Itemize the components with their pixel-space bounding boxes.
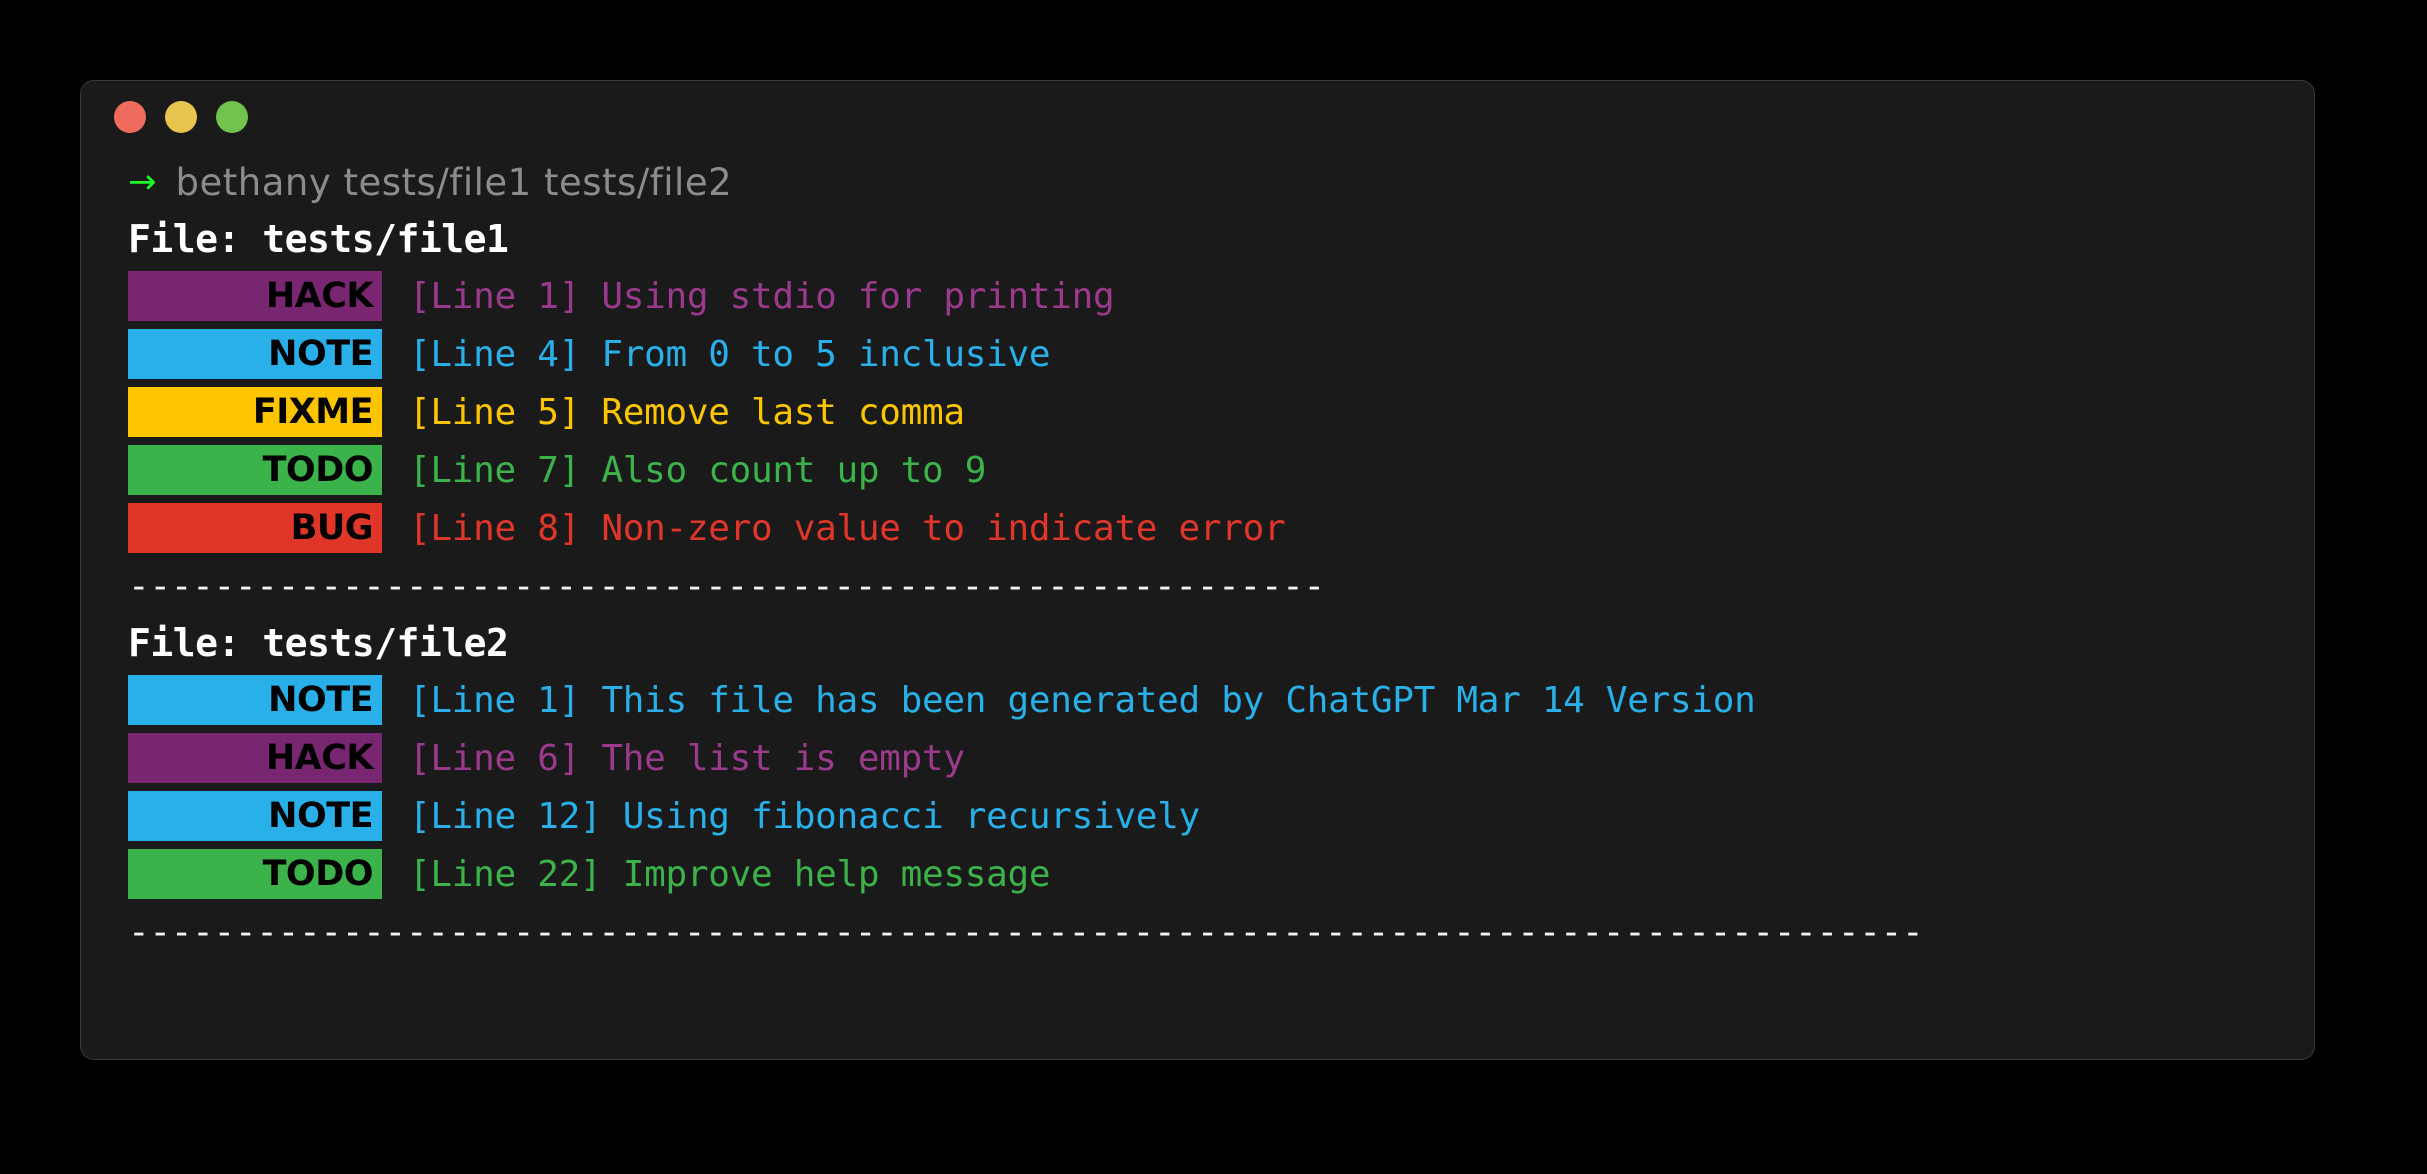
tag-row[interactable]: FIXME [Line 5] Remove last comma xyxy=(128,383,2314,441)
tag-row[interactable]: HACK [Line 1] Using stdio for printing xyxy=(128,267,2314,325)
file-block: File: tests/file2 NOTE [Line 1] This file … xyxy=(128,615,2314,961)
tag-badge-todo: TODO xyxy=(128,445,382,495)
tag-badge-hack: HACK xyxy=(128,733,382,783)
minimize-button[interactable] xyxy=(165,101,197,133)
tag-row[interactable]: NOTE [Line 4] From 0 to 5 inclusive xyxy=(128,325,2314,383)
tag-badge-bug: BUG xyxy=(128,503,382,553)
tag-badge-fixme: FIXME xyxy=(128,387,382,437)
file-separator: ----------------------------------------… xyxy=(128,911,1924,953)
tag-message: [Line 12] Using fibonacci recursively xyxy=(409,795,1200,837)
tag-message: [Line 5] Remove last comma xyxy=(409,391,965,433)
tag-row[interactable]: TODO [Line 7] Also count up to 9 xyxy=(128,441,2314,499)
close-button[interactable] xyxy=(114,101,146,133)
tag-row[interactable]: BUG [Line 8] Non-zero value to indicate e… xyxy=(128,499,2314,557)
tag-message: [Line 22] Improve help message xyxy=(409,853,1051,895)
tag-badge-note: NOTE xyxy=(128,675,382,725)
tag-badge-note: NOTE xyxy=(128,329,382,379)
prompt-line: → bethany tests/file1 tests/file2 xyxy=(128,153,2314,211)
tag-message: [Line 7] Also count up to 9 xyxy=(409,449,987,491)
tag-badge-note: NOTE xyxy=(128,791,382,841)
file-heading: File: tests/file1 xyxy=(128,217,509,261)
files-container: File: tests/file1 HACK [Line 1] Using stdi… xyxy=(128,211,2314,961)
prompt-arrow-icon: → xyxy=(128,162,157,202)
file-heading: File: tests/file2 xyxy=(128,621,509,665)
titlebar[interactable] xyxy=(81,81,2314,153)
terminal-window: → bethany tests/file1 tests/file2 File: … xyxy=(80,80,2315,1060)
tag-row[interactable]: TODO [Line 22] Improve help message xyxy=(128,845,2314,903)
tag-row[interactable]: NOTE [Line 1] This file has been generate… xyxy=(128,671,2314,729)
tag-message: [Line 1] Using stdio for printing xyxy=(409,275,1115,317)
tag-badge-hack: HACK xyxy=(128,271,382,321)
file-separator: ----------------------------------------… xyxy=(128,565,1325,607)
file-block: File: tests/file1 HACK [Line 1] Using stdi… xyxy=(128,211,2314,615)
tag-message: [Line 1] This file has been generated by… xyxy=(409,679,1756,721)
maximize-button[interactable] xyxy=(216,101,248,133)
tag-message: [Line 6] The list is empty xyxy=(409,737,965,779)
terminal-output-area[interactable]: → bethany tests/file1 tests/file2 File: … xyxy=(81,153,2314,1059)
tag-row[interactable]: NOTE [Line 12] Using fibonacci recursivel… xyxy=(128,787,2314,845)
screen: → bethany tests/file1 tests/file2 File: … xyxy=(0,0,2427,1174)
tag-row[interactable]: HACK [Line 6] The list is empty xyxy=(128,729,2314,787)
tag-badge-todo: TODO xyxy=(128,849,382,899)
prompt-command-text: bethany tests/file1 tests/file2 xyxy=(175,160,733,204)
tag-message: [Line 4] From 0 to 5 inclusive xyxy=(409,333,1051,375)
tag-message: [Line 8] Non-zero value to indicate erro… xyxy=(409,507,1286,549)
